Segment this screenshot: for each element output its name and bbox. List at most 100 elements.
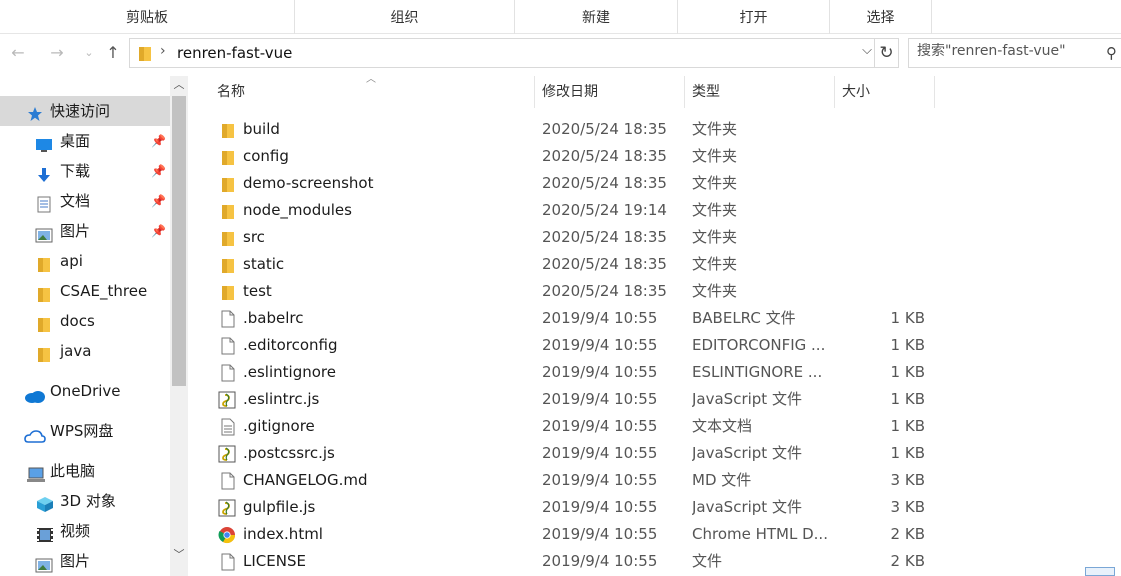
file-modified: 2019/9/4 10:55	[542, 363, 658, 381]
scroll-down-icon[interactable]: ﹀	[170, 546, 188, 564]
sidebar-item-label: 此电脑	[50, 462, 96, 480]
file-name: .eslintignore	[243, 363, 336, 381]
refresh-button[interactable]: ↻	[875, 38, 899, 68]
sidebar-item-api[interactable]: api	[0, 246, 170, 276]
breadcrumb-separator-icon[interactable]: ›	[160, 43, 166, 59]
sidebar-item-pictures[interactable]: 图片 📌	[0, 216, 170, 246]
ribbon-group-new[interactable]: 新建	[515, 0, 678, 34]
file-modified: 2020/5/24 18:35	[542, 282, 667, 300]
scroll-up-icon[interactable]: ︿	[170, 76, 188, 94]
file-name: .eslintrc.js	[243, 390, 320, 408]
file-row[interactable]: .postcssrc.js 2019/9/4 10:55 JavaScript 文件…	[210, 440, 1121, 467]
sidebar-item-desktop[interactable]: 桌面 📌	[0, 126, 170, 156]
sidebar-item-java[interactable]: java	[0, 336, 170, 366]
file-type: 文件夹	[692, 282, 738, 300]
column-header-modified[interactable]: 修改日期	[535, 76, 685, 108]
file-modified: 2019/9/4 10:55	[542, 552, 658, 570]
forward-button[interactable]: →	[46, 42, 68, 64]
sidebar-item-label: api	[60, 252, 83, 270]
sidebar-item-this-pc[interactable]: 此电脑	[0, 456, 170, 486]
sidebar-item-downloads[interactable]: 下载 📌	[0, 156, 170, 186]
sidebar-item-onedrive[interactable]: OneDrive	[0, 376, 170, 406]
search-icon[interactable]: ⚲	[1106, 44, 1117, 62]
file-row[interactable]: test 2020/5/24 18:35 文件夹	[210, 278, 1121, 305]
pin-icon[interactable]: 📌	[151, 126, 166, 156]
column-header-type[interactable]: 类型	[685, 76, 835, 108]
file-size: 1 KB	[890, 417, 925, 435]
pin-icon[interactable]: 📌	[151, 156, 166, 186]
file-row[interactable]: config 2020/5/24 18:35 文件夹	[210, 143, 1121, 170]
pin-icon[interactable]: 📌	[151, 186, 166, 216]
up-button[interactable]: ↑	[102, 42, 124, 64]
file-row[interactable]: CHANGELOG.md 2019/9/4 10:55 MD 文件 3 KB	[210, 467, 1121, 494]
file-name: src	[243, 228, 265, 246]
sidebar-item-docs[interactable]: docs	[0, 306, 170, 336]
file-modified: 2019/9/4 10:55	[542, 336, 658, 354]
sidebar-item-quick-access[interactable]: 快速访问	[0, 96, 170, 126]
column-header-size[interactable]: 大小	[835, 76, 935, 108]
file-modified: 2020/5/24 19:14	[542, 201, 667, 219]
pin-icon[interactable]: 📌	[151, 216, 166, 246]
file-row[interactable]: gulpfile.js 2019/9/4 10:55 JavaScript 文件 3 …	[210, 494, 1121, 521]
address-dropdown-icon[interactable]: ⌵	[862, 43, 872, 58]
file-type: JavaScript 文件	[692, 444, 802, 462]
ribbon-group-organize[interactable]: 组织	[295, 0, 515, 34]
sidebar-item-label: 图片	[60, 222, 91, 240]
file-size: 2 KB	[890, 525, 925, 543]
file-row[interactable]: static 2020/5/24 18:35 文件夹	[210, 251, 1121, 278]
ribbon-group-select[interactable]: 选择	[830, 0, 932, 34]
file-size: 1 KB	[890, 309, 925, 327]
file-row[interactable]: index.html 2019/9/4 10:55 Chrome HTML D...…	[210, 521, 1121, 548]
view-toggle-button[interactable]	[1085, 567, 1115, 576]
file-modified: 2019/9/4 10:55	[542, 498, 658, 516]
scrollbar-thumb[interactable]	[172, 96, 186, 386]
file-modified: 2020/5/24 18:35	[542, 255, 667, 273]
wps-cloud-icon	[24, 424, 46, 454]
file-row[interactable]: src 2020/5/24 18:35 文件夹	[210, 224, 1121, 251]
sidebar-item-wps-cloud[interactable]: WPS网盘	[0, 416, 170, 446]
file-modified: 2019/9/4 10:55	[542, 417, 658, 435]
file-type: 文件夹	[692, 201, 738, 219]
sidebar-item-label: 下载	[60, 162, 91, 180]
file-name: index.html	[243, 525, 323, 543]
search-box[interactable]: ⚲	[908, 38, 1121, 68]
file-row[interactable]: .eslintignore 2019/9/4 10:55 ESLINTIGNORE …	[210, 359, 1121, 386]
file-row[interactable]: node_modules 2020/5/24 19:14 文件夹	[210, 197, 1121, 224]
ribbon-group-clipboard[interactable]: 剪贴板	[0, 0, 295, 34]
file-row[interactable]: build 2020/5/24 18:35 文件夹	[210, 116, 1121, 143]
pictures-icon	[35, 553, 53, 576]
file-row[interactable]: .gitignore 2019/9/4 10:55 文本文档 1 KB	[210, 413, 1121, 440]
address-bar[interactable]: › renren-fast-vue ⌵	[129, 38, 875, 68]
column-header-name[interactable]: 名称	[210, 76, 535, 108]
file-type: 文件夹	[692, 174, 738, 192]
file-row[interactable]: LICENSE 2019/9/4 10:55 文件 2 KB	[210, 548, 1121, 575]
file-row[interactable]: .editorconfig 2019/9/4 10:55 EDITORCONFIG …	[210, 332, 1121, 359]
sidebar-item-videos[interactable]: 视频	[0, 516, 170, 546]
sidebar-item-3d-objects[interactable]: 3D 对象	[0, 486, 170, 516]
sidebar-item-pictures-pc[interactable]: 图片	[0, 546, 170, 576]
file-modified: 2019/9/4 10:55	[542, 390, 658, 408]
ribbon-group-open[interactable]: 打开	[678, 0, 830, 34]
file-type: EDITORCONFIG ...	[692, 336, 826, 354]
back-button[interactable]: ←	[7, 42, 29, 64]
file-row[interactable]: .eslintrc.js 2019/9/4 10:55 JavaScript 文件 1…	[210, 386, 1121, 413]
sidebar-item-documents[interactable]: 文档 📌	[0, 186, 170, 216]
file-size: 3 KB	[890, 471, 925, 489]
file-size: 1 KB	[890, 363, 925, 381]
folder-icon	[138, 46, 152, 66]
address-path[interactable]: renren-fast-vue	[177, 44, 292, 62]
file-name: node_modules	[243, 201, 352, 219]
recent-locations-chevron-icon[interactable]: ⌄	[78, 42, 100, 64]
file-row[interactable]: demo-screenshot 2020/5/24 18:35 文件夹	[210, 170, 1121, 197]
sidebar-item-label: 3D 对象	[60, 492, 116, 510]
file-type: Chrome HTML D...	[692, 525, 828, 543]
sidebar-item-csae-three[interactable]: CSAE_three	[0, 276, 170, 306]
file-name: test	[243, 282, 272, 300]
file-name: .babelrc	[243, 309, 304, 327]
sidebar-scrollbar[interactable]: ︿ ﹀	[170, 76, 188, 576]
file-modified: 2019/9/4 10:55	[542, 309, 658, 327]
search-input[interactable]	[917, 43, 1107, 59]
file-type: 文件夹	[692, 147, 738, 165]
file-row[interactable]: .babelrc 2019/9/4 10:55 BABELRC 文件 1 KB	[210, 305, 1121, 332]
file-type: 文本文档	[692, 417, 753, 435]
